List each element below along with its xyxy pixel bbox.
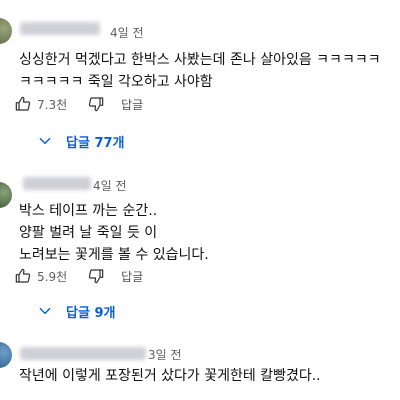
comment-timestamp[interactable]: 4일 전 — [110, 24, 144, 41]
comment-text-line: 작년에 이렇게 포장된거 샀다가 꽃게한테 칼빵겼다.. — [19, 368, 321, 384]
author-name-redacted[interactable] — [20, 22, 100, 35]
replies-count-label: 답글 9개 — [66, 305, 116, 321]
replies-count-label: 답글 77개 — [66, 135, 125, 151]
avatar[interactable] — [0, 342, 12, 368]
comment-text: 작년에 이렇게 포장된거 샀다가 꽃게한테 칼빵겼다.. — [19, 365, 321, 387]
comment-actions: 5.9천 답글 — [14, 264, 143, 288]
comment-text: 박스 테이프 까는 순간.. 양팔 벌려 날 죽일 듯 이 노려보는 꽃게를 볼… — [19, 200, 209, 266]
author-name-redacted[interactable] — [23, 177, 91, 190]
comments-section: 4일 전 싱싱한거 먹겠다고 한박스 사봤는데 존나 살아있음 ㅋㅋㅋㅋㅋ ㅋㅋ… — [0, 0, 400, 400]
like-count: 5.9천 — [37, 269, 68, 284]
comment-text-line: 박스 테이프 까는 순간.. — [19, 203, 158, 219]
avatar[interactable] — [0, 18, 12, 44]
comment-timestamp[interactable]: 4일 전 — [93, 177, 127, 194]
author-name-redacted[interactable] — [20, 347, 146, 360]
avatar[interactable] — [0, 182, 12, 208]
thumbs-down-icon[interactable] — [87, 267, 105, 285]
view-replies-button[interactable]: 답글 9개 — [36, 301, 115, 321]
thumbs-up-icon[interactable] — [14, 95, 32, 113]
comment-text-line: ㅋㅋㅋㅋㅋ 죽일 각오하고 사야함 — [19, 74, 213, 90]
view-replies-button[interactable]: 답글 77개 — [36, 131, 125, 151]
comment-text-line: 싱싱한거 먹겠다고 한박스 사봤는데 존나 살아있음 ㅋㅋㅋㅋㅋ — [19, 52, 381, 68]
comment-actions: 7.3천 답글 — [14, 92, 143, 116]
thumbs-down-icon[interactable] — [87, 95, 105, 113]
comment-timestamp[interactable]: 3일 전 — [148, 346, 182, 363]
like-count: 7.3천 — [37, 97, 68, 112]
chevron-down-icon — [36, 302, 54, 320]
comment-text-line: 노려보는 꽃게를 볼 수 있습니다. — [19, 247, 209, 263]
reply-button[interactable]: 답글 — [121, 268, 143, 285]
comment-text-line: 양팔 벌려 날 죽일 듯 이 — [19, 225, 158, 241]
reply-button[interactable]: 답글 — [121, 96, 143, 113]
chevron-down-icon — [36, 132, 54, 150]
thumbs-up-icon[interactable] — [14, 267, 32, 285]
comment-text: 싱싱한거 먹겠다고 한박스 사봤는데 존나 살아있음 ㅋㅋㅋㅋㅋ ㅋㅋㅋㅋㅋ 죽… — [19, 49, 381, 93]
